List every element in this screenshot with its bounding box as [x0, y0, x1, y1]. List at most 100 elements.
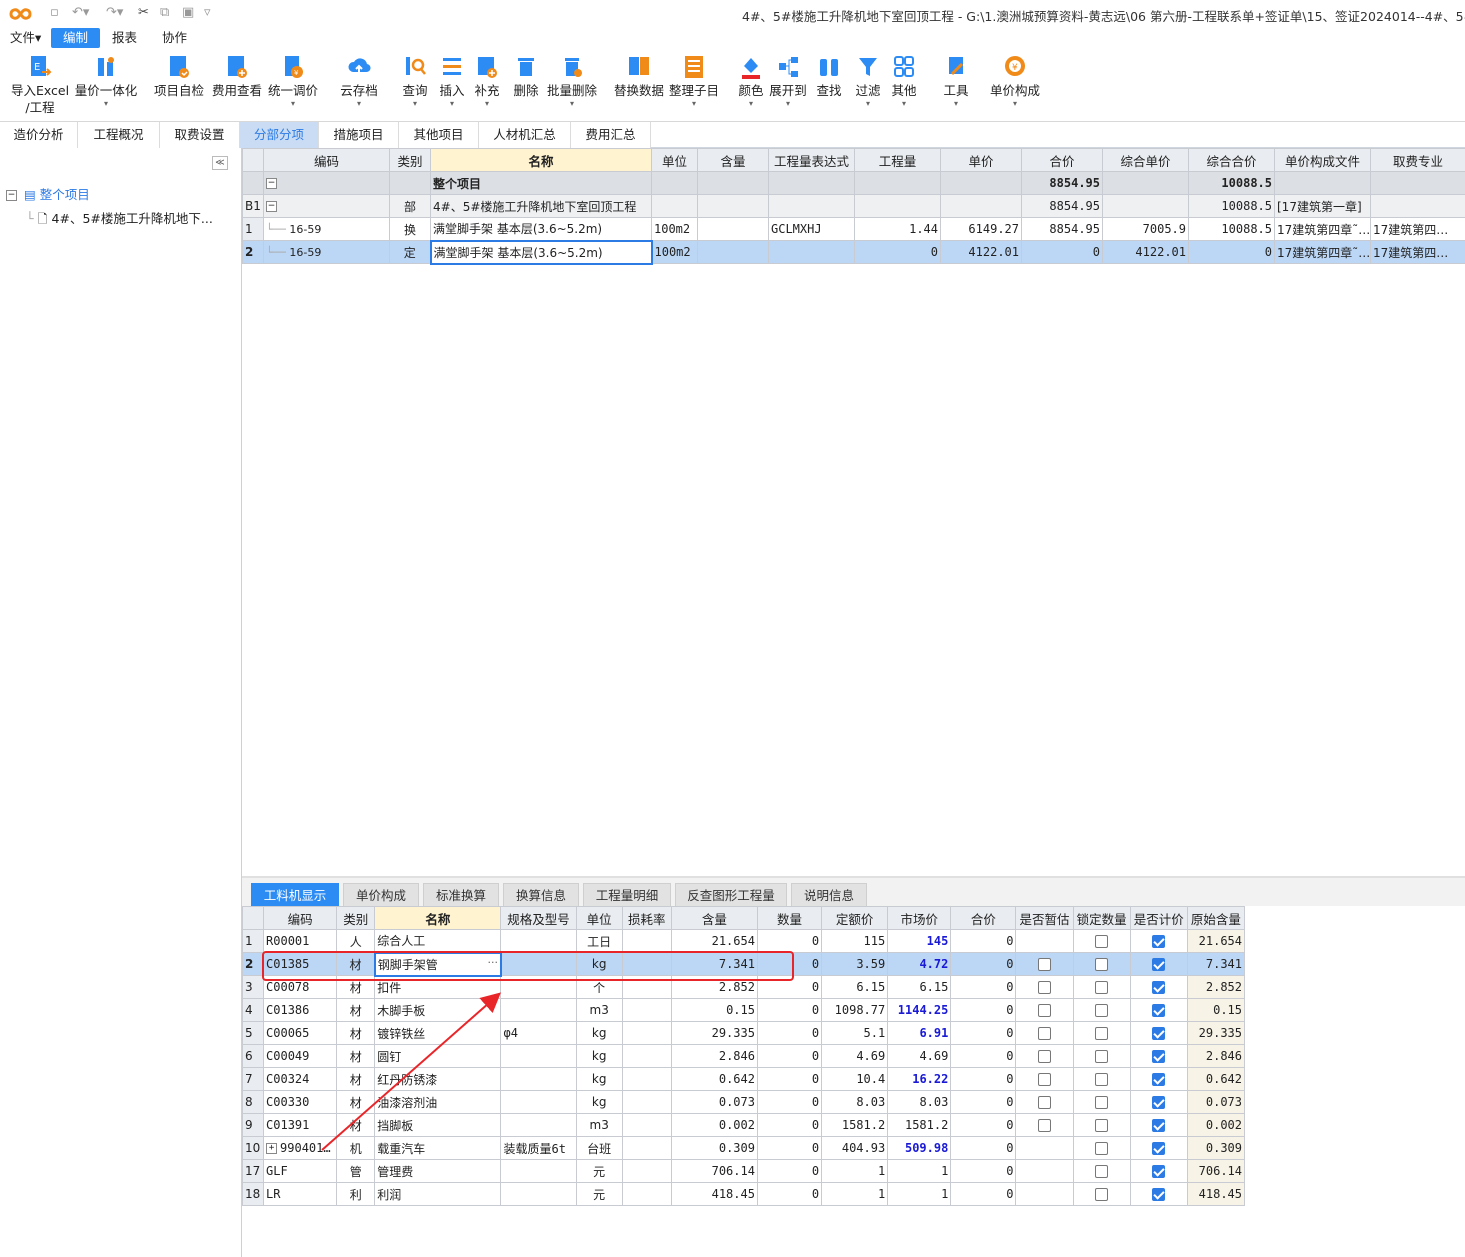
lmm-row[interactable]: 4 C01386 材木脚手板 m3 0.15 0 1098.77 1144.25 0 0.15: [241, 998, 1246, 1022]
menu-file[interactable]: 文件▾: [10, 28, 44, 48]
upper-col-header-2[interactable]: 类别: [389, 148, 431, 172]
lmm-cell-code[interactable]: C01386: [263, 998, 338, 1022]
lmm-cell-lock[interactable]: [1072, 1113, 1131, 1137]
fee-view-button[interactable]: 费用查看: [210, 54, 264, 99]
lmm-cell-dprice[interactable]: 1: [821, 1159, 889, 1183]
cell-fee[interactable]: [1370, 171, 1465, 195]
tab-price-composition[interactable]: 单价构成: [343, 883, 419, 907]
lower-col-header-10[interactable]: 市场价: [887, 906, 952, 930]
lmm-cell-priced[interactable]: [1129, 998, 1188, 1022]
lmm-cell-total[interactable]: 0: [950, 1021, 1017, 1045]
cell-file[interactable]: 17建筑第四章˜…: [1274, 217, 1371, 241]
lmm-cell-name[interactable]: 红丹防锈漆: [374, 1067, 502, 1091]
lmm-cell-qty[interactable]: 0.309: [670, 1136, 758, 1160]
lmm-cell-lock[interactable]: [1072, 1136, 1131, 1160]
lmm-cell-lock[interactable]: [1072, 1021, 1131, 1045]
more-options-icon[interactable]: ···: [487, 956, 498, 969]
cell-ctotal[interactable]: 0: [1188, 240, 1275, 264]
lmm-cell-qty[interactable]: 2.852: [670, 975, 758, 999]
lmm-cell-loss[interactable]: [621, 1021, 672, 1045]
lmm-cell-spec[interactable]: [500, 1090, 577, 1114]
lmm-cell-qty[interactable]: 0.073: [670, 1090, 758, 1114]
lmm-cell-loss[interactable]: [621, 1182, 672, 1206]
lmm-cell-total[interactable]: 0: [950, 929, 1017, 953]
lmm-cell-num[interactable]: 0: [756, 1159, 823, 1183]
tab-other-items[interactable]: 其他项目: [399, 122, 479, 148]
expand-to-button[interactable]: 展开到 ▾: [768, 54, 808, 108]
lmm-cell-qty[interactable]: 0.002: [670, 1113, 758, 1137]
lmm-cell-lock[interactable]: [1072, 998, 1131, 1022]
lock-qty-checkbox[interactable]: [1095, 1004, 1109, 1017]
lmm-cell-name[interactable]: 扣件: [374, 975, 502, 999]
cell-amt[interactable]: 0: [854, 240, 941, 264]
cell-total[interactable]: 8854.95: [1021, 194, 1103, 218]
lmm-cell-num[interactable]: 0: [756, 1021, 823, 1045]
lmm-cell-name[interactable]: 挡脚板: [374, 1113, 502, 1137]
lmm-cell-est[interactable]: [1015, 1044, 1074, 1068]
total-row[interactable]: − 整个项目 8854.95 10088.5: [242, 171, 1465, 195]
lmm-cell-type[interactable]: 材: [336, 1113, 376, 1137]
lmm-cell-type[interactable]: 材: [336, 952, 376, 976]
save-icon[interactable]: ▫: [50, 4, 59, 22]
lmm-cell-total[interactable]: 0: [950, 1044, 1017, 1068]
lmm-cell-code[interactable]: C01385: [263, 952, 338, 976]
lmm-cell-type[interactable]: 材: [336, 998, 376, 1022]
lmm-cell-dprice[interactable]: 6.15: [821, 975, 889, 999]
lock-qty-checkbox[interactable]: [1095, 1142, 1109, 1155]
is-estimate-checkbox[interactable]: [1038, 981, 1052, 994]
lmm-cell-total[interactable]: 0: [950, 1090, 1017, 1114]
tree-child[interactable]: └ 🗋 4#、5#楼施工升降机地下...: [26, 208, 213, 231]
lmm-cell-total[interactable]: 0: [950, 1113, 1017, 1137]
cell-fee[interactable]: 17建筑第四…: [1370, 217, 1465, 241]
cell-price[interactable]: [940, 194, 1022, 218]
lmm-cell-priced[interactable]: [1129, 1159, 1188, 1183]
lmm-cell-loss[interactable]: [621, 1159, 672, 1183]
copy-icon[interactable]: ⧉: [160, 4, 169, 22]
cell-price[interactable]: 4122.01: [940, 240, 1022, 264]
cell-price[interactable]: 6149.27: [940, 217, 1022, 241]
lmm-cell-orig[interactable]: 7.341: [1186, 952, 1246, 976]
cell-name[interactable]: 满堂脚手架 基本层(3.6~5.2m): [430, 217, 652, 241]
cell-cprice[interactable]: 7005.9: [1102, 217, 1189, 241]
lmm-row[interactable]: 9 C01391 材挡脚板 m3 0.002 0 1581.2 1581.2 0 0.002: [241, 1113, 1246, 1137]
organize-items-button[interactable]: 整理子目 ▾: [668, 54, 720, 108]
find-button[interactable]: 查找: [814, 54, 844, 99]
customize-icon[interactable]: ▿: [204, 4, 211, 22]
lmm-cell-dprice[interactable]: 404.93: [821, 1136, 889, 1160]
lmm-cell-priced[interactable]: [1129, 952, 1188, 976]
lmm-cell-spec[interactable]: [500, 1067, 577, 1091]
lmm-cell-orig[interactable]: 0.642: [1186, 1067, 1246, 1091]
lmm-cell-priced[interactable]: [1129, 1182, 1188, 1206]
lmm-cell-dprice[interactable]: 5.1: [821, 1021, 889, 1045]
lmm-cell-total[interactable]: 0: [950, 975, 1017, 999]
upper-col-header-1[interactable]: 编码: [263, 148, 390, 172]
lmm-cell-qty[interactable]: 0.642: [670, 1067, 758, 1091]
cell-file[interactable]: 17建筑第四章˜…: [1274, 240, 1371, 264]
cell-ctotal[interactable]: 10088.5: [1188, 217, 1275, 241]
upper-col-header-9[interactable]: 合价: [1021, 148, 1103, 172]
lmm-cell-priced[interactable]: [1129, 1067, 1188, 1091]
lmm-cell-orig[interactable]: 29.335: [1186, 1021, 1246, 1045]
lmm-cell-dprice[interactable]: 1098.77: [821, 998, 889, 1022]
lower-col-header-11[interactable]: 合价: [950, 906, 1017, 930]
lock-qty-checkbox[interactable]: [1095, 1073, 1109, 1086]
lmm-cell-num[interactable]: 0: [756, 975, 823, 999]
cell-type[interactable]: [389, 171, 431, 195]
unified-price-button[interactable]: ¥ 统一调价 ▾: [264, 54, 322, 108]
lmm-cell-spec[interactable]: [500, 952, 577, 976]
lmm-cell-code[interactable]: R00001: [263, 929, 338, 953]
lmm-cell-unit[interactable]: 个: [575, 975, 623, 999]
tab-fee-settings[interactable]: 取费设置: [160, 122, 240, 148]
cell-file[interactable]: [17建筑第一章]: [1274, 194, 1371, 218]
upper-col-header-5[interactable]: 含量: [697, 148, 769, 172]
lmm-cell-num[interactable]: 0: [756, 998, 823, 1022]
cell-cprice[interactable]: [1102, 194, 1189, 218]
is-estimate-checkbox[interactable]: [1038, 1050, 1052, 1063]
tab-lmm-summary[interactable]: 人材机汇总: [479, 122, 571, 148]
lower-col-header-13[interactable]: 锁定数量: [1072, 906, 1131, 930]
row-collapse-icon[interactable]: −: [266, 201, 277, 212]
tree-collapse-icon[interactable]: −: [6, 190, 17, 201]
cell-type[interactable]: 换: [389, 217, 431, 241]
lmm-cell-loss[interactable]: [621, 1044, 672, 1068]
lower-col-header-0[interactable]: [241, 906, 265, 930]
